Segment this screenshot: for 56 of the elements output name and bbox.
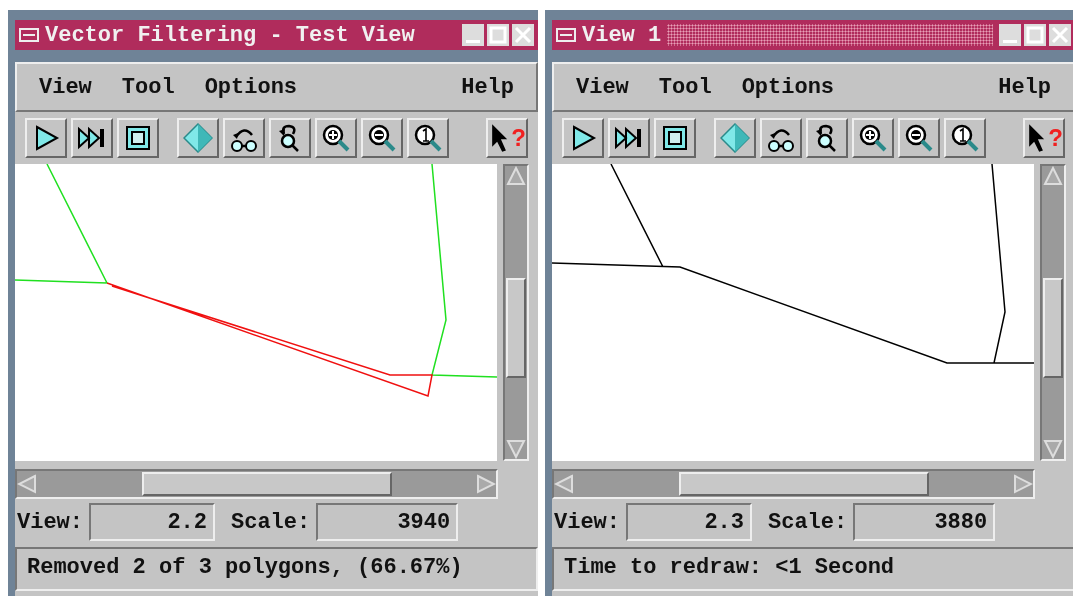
menu-item[interactable]: View	[39, 74, 92, 100]
tool-button[interactable]	[852, 118, 894, 158]
menu-item[interactable]: Tool	[658, 74, 712, 100]
zoom-out-icon	[367, 123, 397, 153]
tool-button[interactable]	[562, 118, 604, 158]
menu-item[interactable]: Help	[461, 74, 514, 100]
tool-button[interactable]	[898, 118, 940, 158]
scroll-thumb[interactable]	[506, 278, 526, 378]
menu-item[interactable]: Tool	[121, 74, 175, 100]
window-menu-icon[interactable]	[19, 28, 39, 42]
view-label: View:	[554, 509, 620, 535]
tool-button[interactable]	[407, 118, 449, 158]
view-label: View:	[17, 509, 83, 535]
zoom-actual-size-icon	[950, 123, 980, 153]
menu-item[interactable]: Options	[204, 74, 298, 100]
window-title: View 1	[582, 22, 662, 48]
tool-button[interactable]	[25, 118, 67, 158]
scroll-thumb[interactable]	[142, 472, 392, 496]
tool-button[interactable]	[117, 118, 159, 158]
stop-icon	[660, 123, 690, 153]
scroll-thumb[interactable]	[1043, 278, 1063, 378]
status-bar: Time to redraw: <1 Second	[552, 547, 1073, 591]
diamond-icon	[183, 123, 213, 153]
scale-label: Scale:	[231, 509, 311, 535]
view-field[interactable]: 2.3	[626, 503, 752, 541]
zoom-actual-size-icon	[413, 123, 443, 153]
zoom-in-icon	[321, 123, 351, 153]
scale-field[interactable]: 3880	[853, 503, 996, 541]
tool-button[interactable]	[760, 118, 802, 158]
stop-icon	[123, 123, 153, 153]
tool-button[interactable]	[806, 118, 848, 158]
zoom-in-icon	[858, 123, 888, 153]
window-menu-icon[interactable]	[556, 28, 576, 42]
menu-item[interactable]: Help	[998, 74, 1051, 100]
tool-button[interactable]	[223, 118, 265, 158]
tool-button[interactable]	[71, 118, 113, 158]
vertical-scrollbar[interactable]	[1040, 164, 1066, 461]
menu-item[interactable]: View	[576, 74, 629, 100]
tool-button[interactable]	[269, 118, 311, 158]
scale-label: Scale:	[768, 509, 848, 535]
horizontal-scrollbar[interactable]	[15, 469, 498, 499]
status-bar: Removed 2 of 3 polygons, (66.67%)	[15, 547, 538, 591]
tool-button[interactable]	[654, 118, 696, 158]
tool-button[interactable]	[608, 118, 650, 158]
tool-button[interactable]	[361, 118, 403, 158]
scroll-thumb[interactable]	[679, 472, 929, 496]
diamond-icon	[720, 123, 750, 153]
view-field[interactable]: 2.2	[89, 503, 215, 541]
zoom-out-icon	[904, 123, 934, 153]
tool-button[interactable]	[315, 118, 357, 158]
scale-field[interactable]: 3940	[316, 503, 459, 541]
window-title: Vector Filtering - Test View	[45, 22, 415, 48]
menu-item[interactable]: Options	[741, 74, 835, 100]
vertical-scrollbar[interactable]	[503, 164, 529, 461]
tool-button[interactable]	[944, 118, 986, 158]
horizontal-scrollbar[interactable]	[552, 469, 1035, 499]
